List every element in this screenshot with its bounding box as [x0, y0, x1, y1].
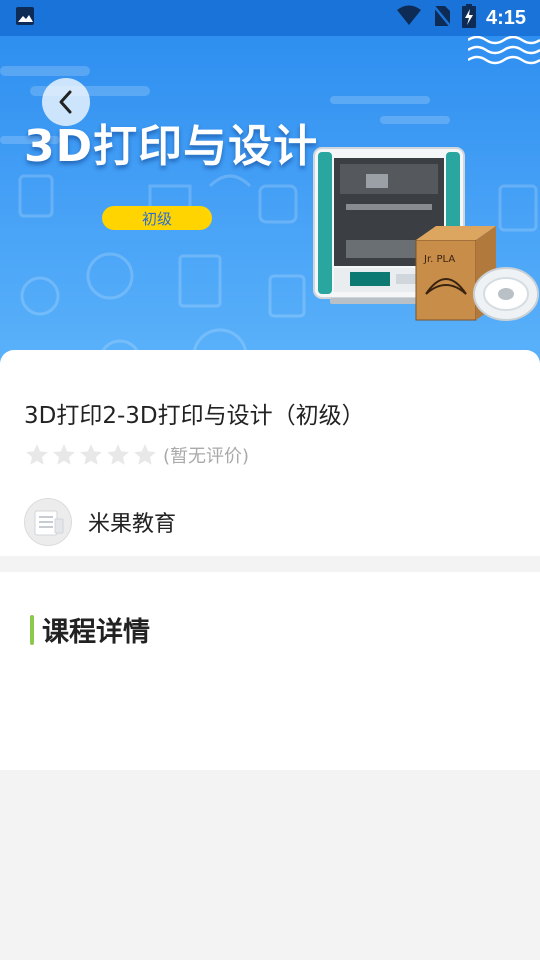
star-icon — [134, 444, 156, 465]
provider-row[interactable]: 米果教育 — [24, 498, 176, 546]
status-bar: 4:15 — [0, 0, 540, 36]
provider-avatar — [24, 498, 72, 546]
provider-name: 米果教育 — [88, 512, 177, 537]
accent-bar — [30, 614, 34, 645]
3d-printer-illustration: Jr. PLA — [313, 147, 539, 321]
course-details-section: 课程详情 — [0, 572, 540, 770]
status-time: 4:15 — [485, 6, 526, 29]
rating-text: (暂无评价) — [163, 446, 250, 467]
course-info-card: 3D打印2-3D打印与设计（初级） (暂无评价) 米果教育 — [0, 350, 540, 556]
box-label: Jr. PLA — [423, 254, 455, 265]
course-banner: 3D打印与设计 初级 Jr. PLA — [0, 36, 540, 366]
banner-title: 3D打印与设计 — [24, 121, 319, 172]
wifi-icon — [396, 5, 422, 31]
section-header: 课程详情 — [30, 610, 150, 649]
level-badge: 初级 — [102, 206, 212, 230]
image-icon — [14, 5, 36, 31]
waves-icon — [468, 36, 540, 65]
star-icon — [80, 444, 102, 465]
section-title: 课程详情 — [42, 617, 150, 648]
course-title: 3D打印2-3D打印与设计（初级） — [24, 403, 365, 429]
star-icon — [107, 444, 129, 465]
no-sim-icon — [432, 4, 452, 32]
rating-row: (暂无评价) — [24, 442, 249, 468]
star-icon — [26, 444, 48, 465]
battery-charging-icon — [461, 4, 476, 32]
star-icon — [53, 444, 75, 465]
document-icon — [34, 510, 64, 536]
